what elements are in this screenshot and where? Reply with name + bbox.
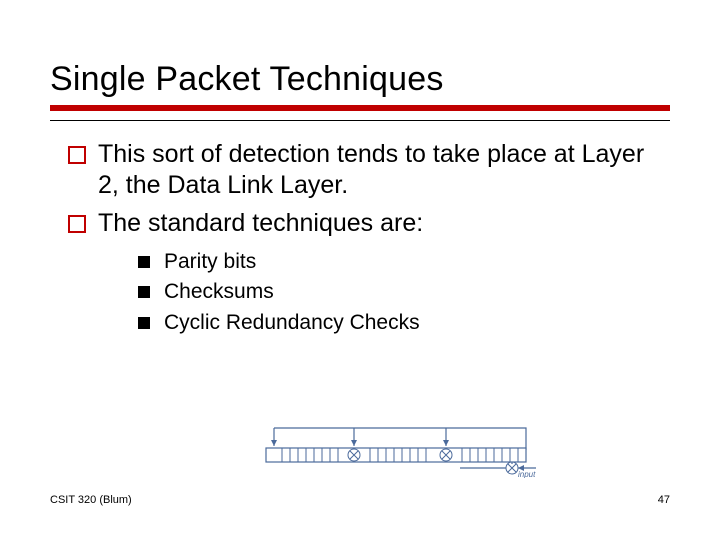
bullet-text: The standard techniques are: xyxy=(98,209,423,237)
sub-bullet-text: Parity bits xyxy=(164,250,256,273)
sub-bullet-text: Cyclic Redundancy Checks xyxy=(164,311,420,334)
bullet-list-level2: Parity bits Checksums Cyclic Redundancy … xyxy=(98,247,670,338)
footer-page-number: 47 xyxy=(658,494,670,506)
footer-left: CSIT 320 (Blum) xyxy=(50,494,132,506)
slide: Single Packet Techniques This sort of de… xyxy=(0,0,720,540)
bullet-text: This sort of detection tends to take pla… xyxy=(98,140,644,199)
diagram-input-label: input xyxy=(518,470,536,478)
sub-bullet-item: Parity bits xyxy=(138,247,670,277)
sub-bullet-item: Checksums xyxy=(138,277,670,307)
title-underline xyxy=(50,105,670,111)
slide-footer: CSIT 320 (Blum) 47 xyxy=(50,494,670,506)
sub-bullet-text: Checksums xyxy=(164,280,274,303)
crc-diagram-svg: input xyxy=(260,420,540,478)
bullet-item: This sort of detection tends to take pla… xyxy=(68,139,670,202)
sub-bullet-item: Cyclic Redundancy Checks xyxy=(138,308,670,338)
title-thinline xyxy=(50,120,670,121)
crc-diagram: input xyxy=(260,420,540,478)
bullet-list-level1: This sort of detection tends to take pla… xyxy=(50,139,670,338)
bullet-item: The standard techniques are: Parity bits… xyxy=(68,208,670,339)
slide-title: Single Packet Techniques xyxy=(50,60,670,99)
